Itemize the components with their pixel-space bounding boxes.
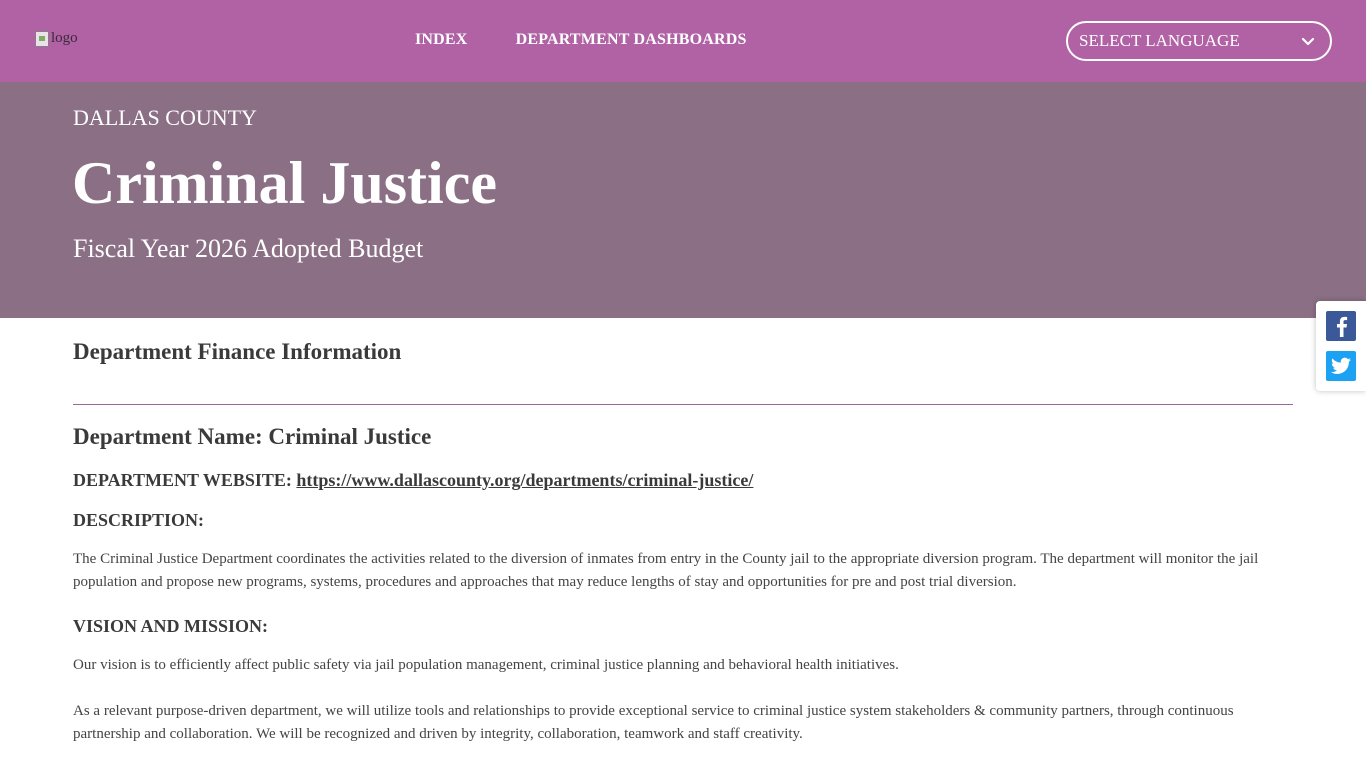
nav-index-link[interactable]: INDEX	[415, 31, 468, 49]
page-subtitle: Fiscal Year 2026 Adopted Budget	[73, 234, 424, 263]
page-title: Criminal Justice	[72, 150, 497, 216]
facebook-share-button[interactable]	[1326, 311, 1356, 341]
website-link[interactable]: https://www.dallascounty.org/departments…	[296, 470, 753, 490]
broken-image-icon	[35, 30, 49, 47]
department-name: Department Name: Criminal Justice	[73, 424, 432, 449]
twitter-icon	[1331, 357, 1351, 374]
language-select[interactable]: SELECT LANGUAGE	[1066, 21, 1332, 61]
department-website: DEPARTMENT WEBSITE: https://www.dallasco…	[73, 470, 753, 491]
section-title: Department Finance Information	[73, 339, 402, 364]
logo-alt-text: logo	[51, 30, 78, 46]
main-nav: INDEX DEPARTMENT DASHBOARDS	[415, 31, 747, 49]
description-text: The Criminal Justice Department coordina…	[73, 551, 1259, 590]
language-select-label: SELECT LANGUAGE	[1079, 31, 1240, 50]
chevron-down-icon	[1301, 37, 1315, 46]
county-name: DALLAS COUNTY	[73, 105, 257, 130]
section-divider	[73, 404, 1293, 405]
top-navigation-bar: logo INDEX DEPARTMENT DASHBOARDS SELECT …	[0, 0, 1366, 82]
description-label: DESCRIPTION:	[73, 510, 205, 530]
nav-department-dashboards-link[interactable]: DEPARTMENT DASHBOARDS	[516, 31, 747, 49]
facebook-icon	[1337, 316, 1348, 337]
mission-text: As a relevant purpose-driven department,…	[73, 703, 1234, 742]
hero-banner: DALLAS COUNTY Criminal Justice Fiscal Ye…	[0, 82, 1366, 318]
logo-link[interactable]: logo	[35, 30, 78, 47]
twitter-share-button[interactable]	[1326, 351, 1356, 381]
vision-text: Our vision is to efficiently affect publ…	[73, 657, 899, 673]
website-label: DEPARTMENT WEBSITE:	[73, 470, 292, 490]
social-share-rail	[1316, 301, 1366, 391]
vision-mission-label: VISION AND MISSION:	[73, 616, 269, 636]
